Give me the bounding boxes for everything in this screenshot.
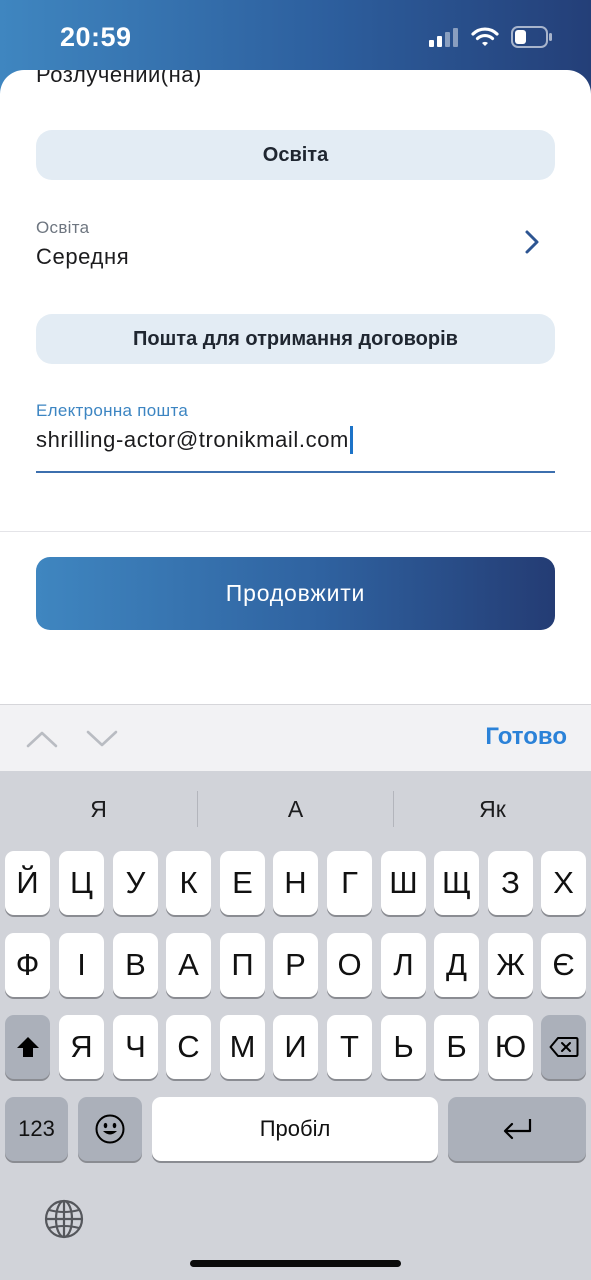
email-input-value: shrilling-actor@tronikmail.com [36,427,349,452]
marital-status-value: Розлучений(на) [36,70,202,87]
backspace-icon [549,1037,578,1057]
email-underline [36,471,555,473]
key[interactable]: И [273,1015,318,1079]
key[interactable]: С [166,1015,211,1079]
numbers-key[interactable]: 123 [5,1097,68,1161]
key[interactable]: Я [59,1015,104,1079]
previous-field-icon[interactable] [26,729,58,749]
key[interactable]: М [220,1015,265,1079]
key[interactable]: Ж [488,933,533,997]
status-icons [429,26,553,48]
key[interactable]: Н [273,851,318,915]
mail-section-header: Пошта для отримання договорів [36,314,555,364]
cellular-signal-icon [429,28,458,47]
key[interactable]: О [327,933,372,997]
suggestion-item[interactable]: А [197,771,394,847]
key[interactable]: Г [327,851,372,915]
wifi-icon [471,27,499,46]
suggestion-bar: Я А Як [0,771,591,847]
key[interactable]: Т [327,1015,372,1079]
keyboard: Я А Як Й Ц У К Е Н Г Ш Щ З Х Ф І В А П Р… [0,771,591,1280]
done-button[interactable]: Готово [485,723,567,751]
education-field-label: Освіта [36,218,90,237]
key[interactable]: З [488,851,533,915]
key[interactable]: Ц [59,851,104,915]
suggestion-item[interactable]: Як [394,771,591,847]
key[interactable]: К [166,851,211,915]
education-field-value: Середня [36,244,130,269]
divider [0,531,591,532]
home-indicator [190,1260,401,1267]
next-field-icon[interactable] [86,729,118,749]
key[interactable]: В [113,933,158,997]
shift-key[interactable] [5,1015,50,1079]
emoji-icon [95,1114,125,1144]
keyboard-accessory-bar: Готово [0,704,591,772]
chevron-right-icon[interactable] [520,228,544,256]
space-key[interactable]: Пробіл [152,1097,438,1161]
key[interactable]: Д [434,933,479,997]
key[interactable]: Ф [5,933,50,997]
status-time: 20:59 [60,22,132,52]
key[interactable]: Ш [381,851,426,915]
return-icon [503,1119,532,1140]
globe-icon[interactable] [43,1198,85,1240]
continue-button[interactable]: Продовжити [36,557,555,630]
key[interactable]: Ч [113,1015,158,1079]
shift-icon [16,1037,39,1057]
form-sheet: Розлучений(на) Освіта Освіта Середня Пош… [0,70,591,704]
key[interactable]: Б [434,1015,479,1079]
key[interactable]: Л [381,933,426,997]
key[interactable]: Щ [434,851,479,915]
text-cursor [349,426,353,454]
key[interactable]: Е [220,851,265,915]
email-input[interactable]: shrilling-actor@tronikmail.com [36,426,353,454]
key[interactable]: Й [5,851,50,915]
education-section-header: Освіта [36,130,555,180]
key[interactable]: Р [273,933,318,997]
return-key[interactable] [448,1097,586,1161]
suggestion-item[interactable]: Я [0,771,197,847]
key[interactable]: Х [541,851,586,915]
key[interactable]: П [220,933,265,997]
key[interactable]: Ю [488,1015,533,1079]
key[interactable]: У [113,851,158,915]
battery-icon [511,26,552,48]
key[interactable]: Ь [381,1015,426,1079]
key[interactable]: А [166,933,211,997]
key[interactable]: Є [541,933,586,997]
email-field-label: Електронна пошта [36,401,189,420]
key[interactable]: І [59,933,104,997]
backspace-key[interactable] [541,1015,586,1079]
emoji-key[interactable] [78,1097,142,1161]
